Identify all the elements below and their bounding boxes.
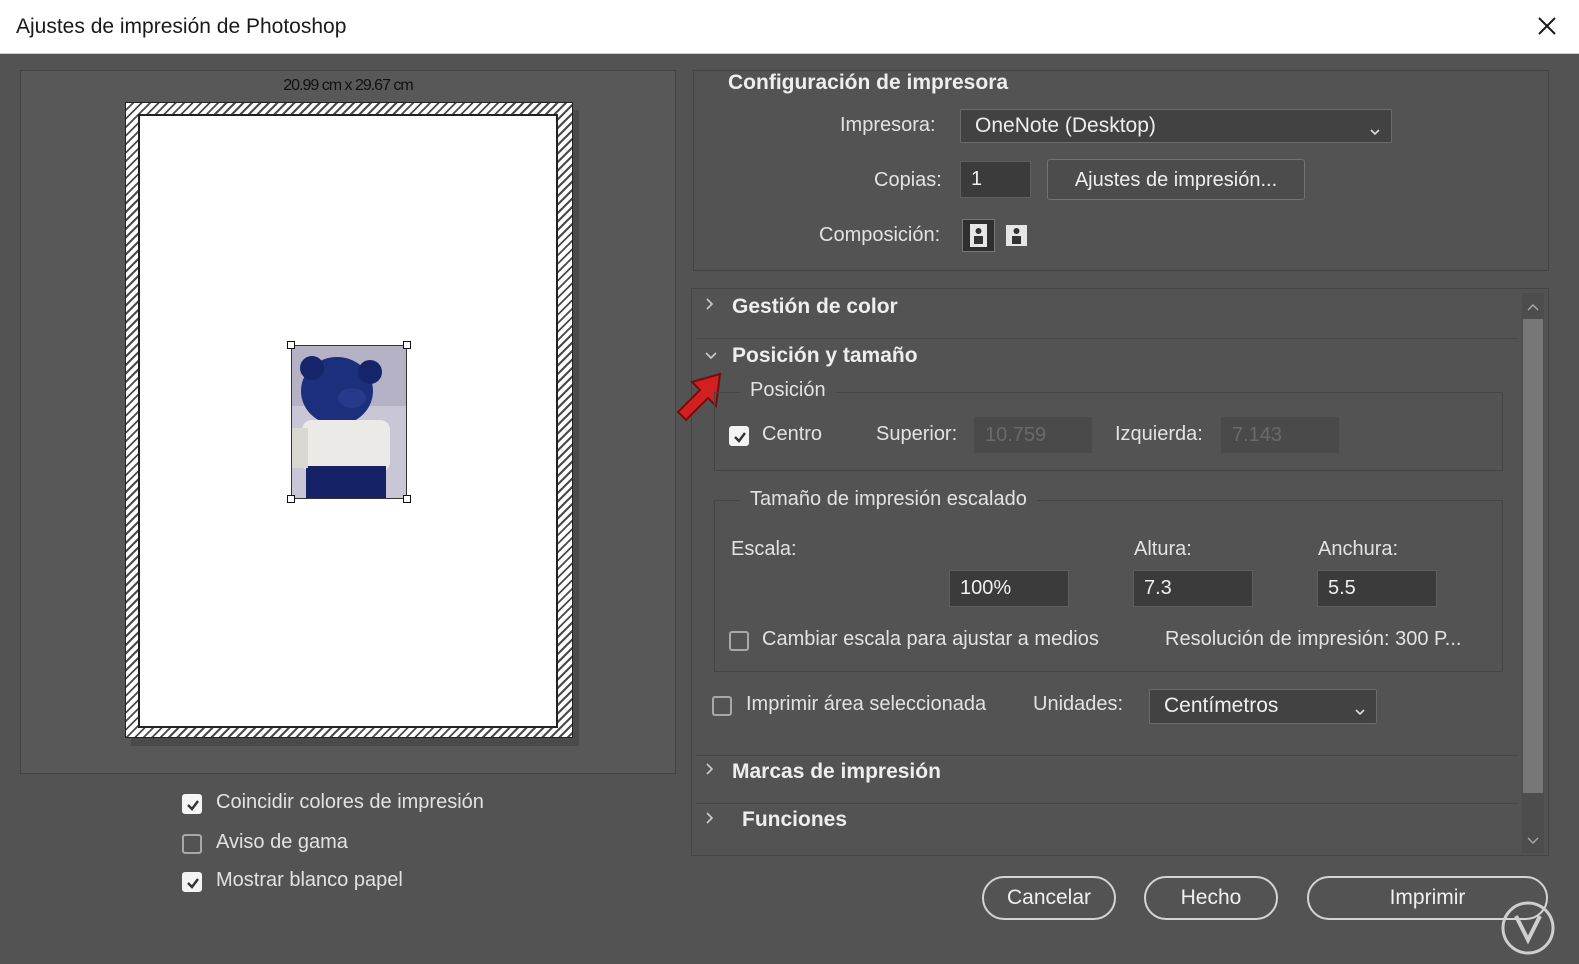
resize-handle-top-right[interactable] (403, 341, 411, 349)
copies-input[interactable] (960, 161, 1031, 198)
height-input[interactable] (1133, 570, 1253, 607)
resize-handle-bottom-left[interactable] (287, 495, 295, 503)
resize-handle-bottom-right[interactable] (403, 495, 411, 503)
print-selected-area-label: Imprimir área seleccionada (746, 693, 987, 715)
center-label: Centro (762, 423, 823, 445)
print-resolution-text: Resolución de impresión: 300 P... (1165, 628, 1462, 650)
chevron-down-icon (1354, 700, 1366, 724)
printer-setup-title: Configuración de impresora (728, 71, 1009, 94)
printer-select-value: OneNote (Desktop) (975, 114, 1156, 137)
print-settings-button[interactable]: Ajustes de impresión... (1047, 159, 1305, 200)
close-icon[interactable] (1531, 10, 1563, 42)
top-position-input[interactable] (974, 417, 1092, 453)
print-marks-title[interactable]: Marcas de impresión (732, 760, 941, 784)
scrollbar-thumb[interactable] (1523, 319, 1543, 793)
width-label: Anchura: (1318, 538, 1399, 560)
resize-handle-top-left[interactable] (287, 341, 295, 349)
printer-label: Impresora: (840, 114, 936, 136)
divider (696, 755, 1518, 756)
cancel-button[interactable]: Cancelar (982, 876, 1116, 920)
color-management-title[interactable]: Gestión de color (732, 295, 898, 319)
window-title: Ajustes de impresión de Photoshop (16, 15, 347, 38)
divider (696, 803, 1518, 804)
paper-size-label: 20.99 cm x 29.67 cm (283, 77, 414, 94)
position-size-expander[interactable] (703, 347, 719, 366)
print-selected-area-checkbox[interactable] (712, 696, 732, 716)
copies-label: Copias: (874, 169, 942, 191)
settings-scrollbar[interactable] (1522, 293, 1544, 853)
units-label: Unidades: (1033, 693, 1124, 715)
chevron-down-icon (1369, 120, 1381, 144)
print-marks-expander[interactable] (704, 761, 716, 781)
functions-expander[interactable] (704, 810, 716, 830)
done-button[interactable]: Hecho (1144, 876, 1278, 920)
scale-label: Escala: (731, 538, 797, 560)
height-label: Altura: (1134, 538, 1192, 560)
scale-to-fit-checkbox[interactable] (729, 631, 749, 651)
color-management-expander[interactable] (704, 296, 716, 316)
position-group-title: Posición (740, 379, 836, 402)
scaled-size-title: Tamaño de impresión escalado (740, 488, 1037, 511)
functions-title[interactable]: Funciones (742, 808, 847, 832)
position-size-title[interactable]: Posición y tamaño (732, 344, 918, 368)
left-position-input[interactable] (1221, 417, 1339, 453)
left-label: Izquierda: (1115, 423, 1203, 445)
show-paper-white-label: Mostrar blanco papel (216, 869, 403, 891)
match-colors-checkbox[interactable] (182, 794, 202, 814)
gamut-warning-label: Aviso de gama (216, 831, 348, 853)
units-select[interactable]: Centímetros (1149, 689, 1377, 724)
layout-label: Composición: (819, 224, 941, 246)
position-group (714, 392, 1503, 471)
show-paper-white-checkbox[interactable] (182, 872, 202, 892)
portrait-layout-icon[interactable] (962, 219, 995, 252)
divider (696, 338, 1518, 339)
scale-to-fit-label: Cambiar escala para ajustar a medios (762, 628, 1099, 650)
width-input[interactable] (1317, 570, 1437, 607)
units-select-value: Centímetros (1164, 694, 1279, 717)
title-bar: Ajustes de impresión de Photoshop (0, 0, 1579, 54)
center-checkbox[interactable] (729, 426, 749, 446)
scale-input[interactable] (949, 570, 1069, 607)
image-thumbnail[interactable] (291, 345, 407, 499)
printer-select[interactable]: OneNote (Desktop) (960, 109, 1392, 143)
watermark-logo (1500, 900, 1556, 960)
landscape-layout-icon[interactable] (1002, 221, 1031, 250)
gamut-warning-checkbox[interactable] (182, 834, 202, 854)
match-colors-label: Coincidir colores de impresión (216, 791, 484, 813)
top-label: Superior: (876, 423, 958, 445)
